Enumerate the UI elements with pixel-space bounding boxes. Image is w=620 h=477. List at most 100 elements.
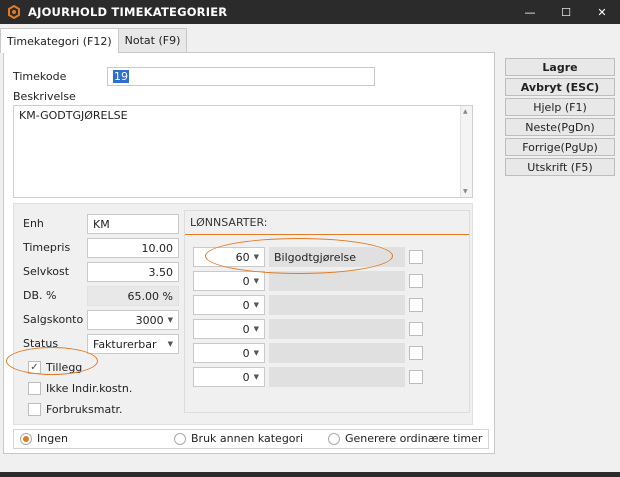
radio-unselected-icon[interactable] [328,432,340,445]
bottom-edge [0,472,620,477]
enh-label: Enh [23,217,44,230]
description-scrollbar[interactable]: ▲ ▼ [460,106,472,197]
lonnsart-code: 0 [242,370,250,384]
timekode-label: Timekode [13,70,67,83]
beskrivelse-value: KM-GODTGJØRELSE [19,109,128,122]
lonnsarter-title: LØNNSARTER: [190,216,268,229]
action-buttons: Lagre Avbryt (ESC) Hjelp (F1) Neste(PgDn… [505,58,615,178]
salgskonto-label: Salgskonto [23,313,84,326]
ikke-indir-checkbox[interactable] [28,381,41,395]
timekode-input[interactable]: 19 [107,67,375,86]
dropdown-arrow-icon[interactable]: ▼ [254,277,259,285]
scroll-down-icon[interactable]: ▼ [463,188,468,195]
lonnsart-row: 0 ▼ [193,343,425,363]
lonnsart-code-select[interactable]: 0 ▼ [193,343,265,363]
lonnsart-code-select[interactable]: 0 ▼ [193,319,265,339]
ikke-indir-label: Ikke Indir.kostn. [46,381,133,395]
radio-bruk-annen-label: Bruk annen kategori [191,432,304,445]
lonnsart-name [269,295,405,315]
lonnsart-code-select[interactable]: 0 ▼ [193,295,265,315]
title-bar: AJOURHOLD TIMEKATEGORIER — ☐ ✕ [0,0,620,24]
status-select[interactable]: Fakturerbar ▼ [87,334,179,354]
check-icon: ✓ [30,361,39,373]
db-label: DB. % [23,289,57,302]
salgskonto-select[interactable]: 3000 ▼ [87,310,179,330]
tab-notat[interactable]: Notat (F9) [117,28,188,52]
selvkost-input[interactable]: 3.50 [87,262,179,282]
lonnsart-code-select[interactable]: 0 ▼ [193,367,265,387]
lonnsart-checkbox[interactable] [409,250,423,264]
tillegg-checkbox[interactable]: ✓ [28,360,41,374]
radio-bruk-annen[interactable]: Bruk annen kategori [174,432,303,445]
radio-generere-label: Generere ordinære timer [345,432,483,445]
print-button[interactable]: Utskrift (F5) [505,158,615,176]
tab-strip: Timekategori (F12) Notat (F9) [0,28,188,53]
lonnsart-code: 60 [235,250,250,264]
cancel-button[interactable]: Avbryt (ESC) [505,78,615,96]
timepris-label: Timepris [23,241,71,254]
tab-timekategori[interactable]: Timekategori (F12) [0,28,119,53]
beskrivelse-textarea[interactable]: KM-GODTGJØRELSE ▲ ▼ [13,105,473,198]
dropdown-arrow-icon[interactable]: ▼ [168,316,173,324]
status-label: Status [23,337,59,350]
radio-generere[interactable]: Generere ordinære timer [328,432,482,445]
selvkost-label: Selvkost [23,265,70,278]
lonnsarter-divider [185,234,469,235]
lonnsart-checkbox[interactable] [409,274,423,288]
enh-input[interactable]: KM [87,214,179,234]
lonnsart-name [269,271,405,291]
mode-radio-group: Ingen Bruk annen kategori Generere ordin… [13,429,489,449]
lonnsart-code: 0 [242,346,250,360]
tillegg-label: Tillegg [46,360,83,374]
dropdown-arrow-icon[interactable]: ▼ [254,373,259,381]
close-button[interactable]: ✕ [584,0,620,24]
lonnsarter-group: LØNNSARTER: 60 ▼ Bilgodtgjørelse 0 ▼ 0 ▼ 0 ▼ [184,210,470,413]
forbruksmatr-checkbox[interactable] [28,402,41,416]
lonnsart-checkbox[interactable] [409,298,423,312]
dropdown-arrow-icon[interactable]: ▼ [254,349,259,357]
dropdown-arrow-icon[interactable]: ▼ [168,340,173,348]
selvkost-value: 3.50 [148,265,174,279]
lonnsart-checkbox[interactable] [409,322,423,336]
salgskonto-value: 3000 [135,313,164,327]
timepris-value: 10.00 [141,241,174,255]
db-readonly: 65.00 % [87,286,179,306]
lonnsart-name [269,343,405,363]
lonnsart-checkbox[interactable] [409,370,423,384]
radio-ingen[interactable]: Ingen [20,432,68,445]
ikke-indir-checkbox-row[interactable]: Ikke Indir.kostn. [28,380,132,396]
status-value: Fakturerbar [93,337,157,351]
radio-selected-icon[interactable] [20,432,32,445]
next-button[interactable]: Neste(PgDn) [505,118,615,136]
form-panel: Timekode 19 Beskrivelse KM-GODTGJØRELSE … [3,52,495,454]
maximize-button[interactable]: ☐ [548,0,584,24]
lonnsart-code: 0 [242,298,250,312]
dropdown-arrow-icon[interactable]: ▼ [254,301,259,309]
db-value: 65.00 % [127,289,173,303]
lonnsart-name: Bilgodtgjørelse [269,247,405,267]
lonnsart-row: 60 ▼ Bilgodtgjørelse [193,247,425,267]
scroll-up-icon[interactable]: ▲ [463,108,468,115]
forbruksmatr-label: Forbruksmatr. [46,402,123,416]
lonnsart-code: 0 [242,322,250,336]
previous-button[interactable]: Forrige(PgUp) [505,138,615,156]
tillegg-checkbox-row[interactable]: ✓ Tillegg [28,359,82,375]
timepris-input[interactable]: 10.00 [87,238,179,258]
lonnsart-name [269,319,405,339]
forbruksmatr-checkbox-row[interactable]: Forbruksmatr. [28,401,123,417]
lonnsart-code-select[interactable]: 60 ▼ [193,247,265,267]
timekode-value: 19 [113,70,129,83]
dropdown-arrow-icon[interactable]: ▼ [254,325,259,333]
minimize-button[interactable]: — [512,0,548,24]
help-button[interactable]: Hjelp (F1) [505,98,615,116]
lonnsart-row: 0 ▼ [193,271,425,291]
lonnsart-checkbox[interactable] [409,346,423,360]
save-button[interactable]: Lagre [505,58,615,76]
enh-value: KM [93,217,110,231]
radio-unselected-icon[interactable] [174,432,186,445]
window-title: AJOURHOLD TIMEKATEGORIER [28,5,228,19]
lonnsart-row: 0 ▼ [193,319,425,339]
lonnsart-code-select[interactable]: 0 ▼ [193,271,265,291]
beskrivelse-label: Beskrivelse [13,90,76,103]
dropdown-arrow-icon[interactable]: ▼ [254,253,259,261]
